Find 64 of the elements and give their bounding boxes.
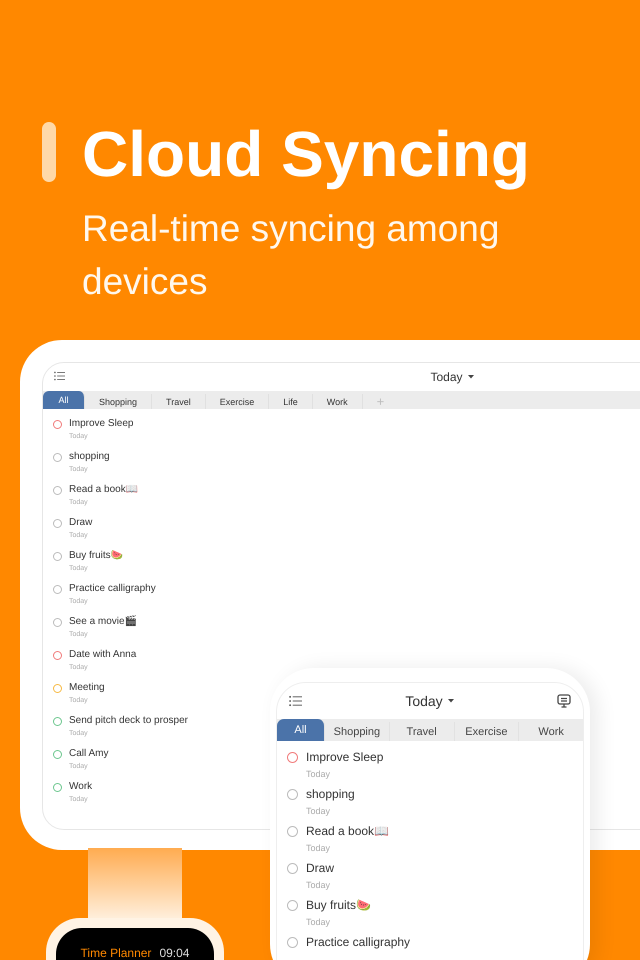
task-date: Today	[306, 879, 332, 892]
task-title[interactable]: Read a book📖	[306, 823, 390, 839]
task-checkbox[interactable]	[53, 750, 62, 759]
task-title[interactable]: Work	[69, 780, 92, 794]
task-title[interactable]: shopping	[69, 450, 110, 464]
task-title[interactable]: Meeting	[69, 681, 105, 695]
message-icon[interactable]	[556, 694, 571, 708]
task-checkbox[interactable]	[53, 519, 62, 528]
menu-icon[interactable]	[289, 695, 302, 707]
task-checkbox[interactable]	[287, 789, 298, 800]
task-title[interactable]: Date with Anna	[69, 648, 136, 662]
task-checkbox[interactable]	[53, 651, 62, 660]
category-tab[interactable]: Life	[269, 394, 313, 409]
category-tab[interactable]: Travel	[390, 722, 454, 741]
headline: Cloud Syncing	[82, 118, 531, 190]
task-checkbox[interactable]	[53, 552, 62, 561]
task-title[interactable]: Improve Sleep	[69, 417, 134, 431]
task-checkbox[interactable]	[53, 618, 62, 627]
category-tab[interactable]: Exercise	[454, 722, 520, 741]
task-title[interactable]: Read a book📖	[69, 483, 138, 497]
subheadline: Real-time syncing among devices	[82, 207, 500, 304]
task-title[interactable]: Draw	[306, 860, 334, 876]
caret-icon	[468, 375, 474, 379]
task-title[interactable]: Improve Sleep	[306, 749, 384, 765]
category-tab[interactable]: Work	[519, 722, 583, 741]
task-checkbox[interactable]	[287, 900, 298, 911]
task-checkbox[interactable]	[53, 684, 62, 693]
task-checkbox[interactable]	[287, 826, 298, 837]
task-date: Today	[306, 805, 332, 818]
task-title[interactable]: Buy fruits🍉	[306, 897, 372, 913]
date-filter-title[interactable]: Today	[405, 693, 443, 709]
category-tab[interactable]: All	[277, 719, 325, 741]
task-title[interactable]: Send pitch deck to prosper	[69, 714, 188, 728]
task-checkbox[interactable]	[287, 863, 298, 874]
task-title[interactable]: Buy fruits🍉	[69, 549, 123, 563]
task-checkbox[interactable]	[287, 752, 298, 763]
task-date: Today	[306, 842, 332, 855]
task-checkbox[interactable]	[53, 420, 62, 429]
watch-time: 09:04	[159, 946, 190, 960]
task-checkbox[interactable]	[53, 717, 62, 726]
task-checkbox[interactable]	[53, 585, 62, 594]
watch-app-name: Time Planner	[80, 946, 152, 960]
category-tab[interactable]: All	[43, 391, 85, 409]
task-checkbox[interactable]	[53, 783, 62, 792]
task-title[interactable]: Draw	[69, 516, 92, 530]
category-tab[interactable]: Shopping	[85, 394, 152, 409]
task-title[interactable]: Practice calligraphy	[306, 934, 410, 950]
task-date: Today	[306, 916, 332, 929]
menu-icon[interactable]	[54, 371, 65, 381]
task-title[interactable]: See a movie🎬	[69, 615, 137, 629]
category-tab[interactable]: Exercise	[206, 394, 270, 409]
category-tab[interactable]: Work	[312, 394, 363, 409]
task-checkbox[interactable]	[53, 453, 62, 462]
task-title[interactable]: Practice calligraphy	[69, 582, 156, 596]
task-title[interactable]: Call Amy	[69, 747, 108, 761]
task-title[interactable]: shopping	[306, 786, 355, 802]
task-checkbox[interactable]	[287, 937, 298, 948]
task-date: Today	[306, 768, 332, 781]
caret-icon	[448, 699, 454, 703]
task-checkbox[interactable]	[53, 486, 62, 495]
accent-bar	[42, 122, 56, 182]
date-filter-title[interactable]: Today	[430, 370, 463, 384]
category-tab[interactable]: Shopping	[325, 722, 390, 741]
category-tab[interactable]: Travel	[152, 394, 206, 409]
